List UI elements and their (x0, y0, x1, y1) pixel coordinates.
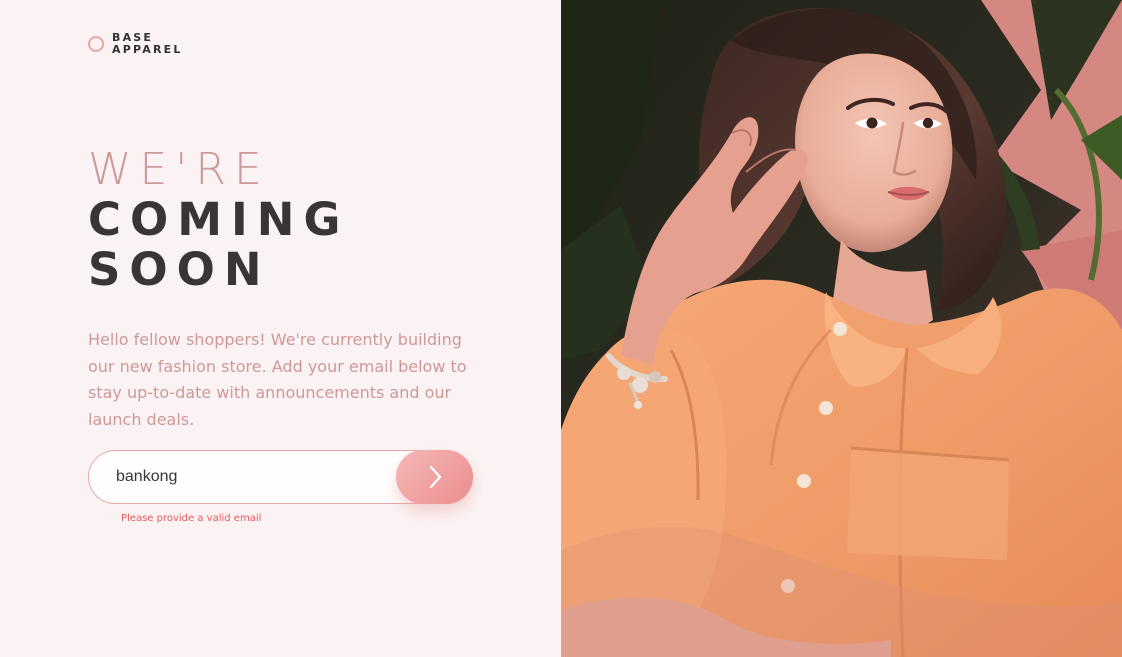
brand-name: BASE APPAREL (112, 32, 183, 56)
hero-photo (561, 0, 1122, 657)
chevron-right-icon (429, 465, 441, 489)
page-description: Hello fellow shoppers! We're currently b… (88, 330, 467, 429)
headline-light-word: WE'RE (88, 144, 270, 196)
submit-button[interactable] (396, 450, 473, 504)
email-error-message: Please provide a valid email (121, 513, 262, 524)
hero-photo-illustration (561, 0, 1122, 657)
headline-bold-line1: COMING (88, 193, 350, 247)
brand-logo[interactable]: BASE APPAREL (88, 32, 183, 56)
coming-soon-page: BASE APPAREL WE'RE COMING SOON Hello fel… (0, 0, 1122, 657)
brand-name-line2: APPAREL (112, 43, 183, 56)
brand-ring-icon (88, 36, 104, 52)
email-signup-form (88, 450, 473, 504)
page-headline: WE'RE COMING SOON (88, 145, 349, 295)
headline-bold-line2: SOON (88, 243, 271, 297)
content-panel: BASE APPAREL WE'RE COMING SOON Hello fel… (0, 0, 561, 657)
